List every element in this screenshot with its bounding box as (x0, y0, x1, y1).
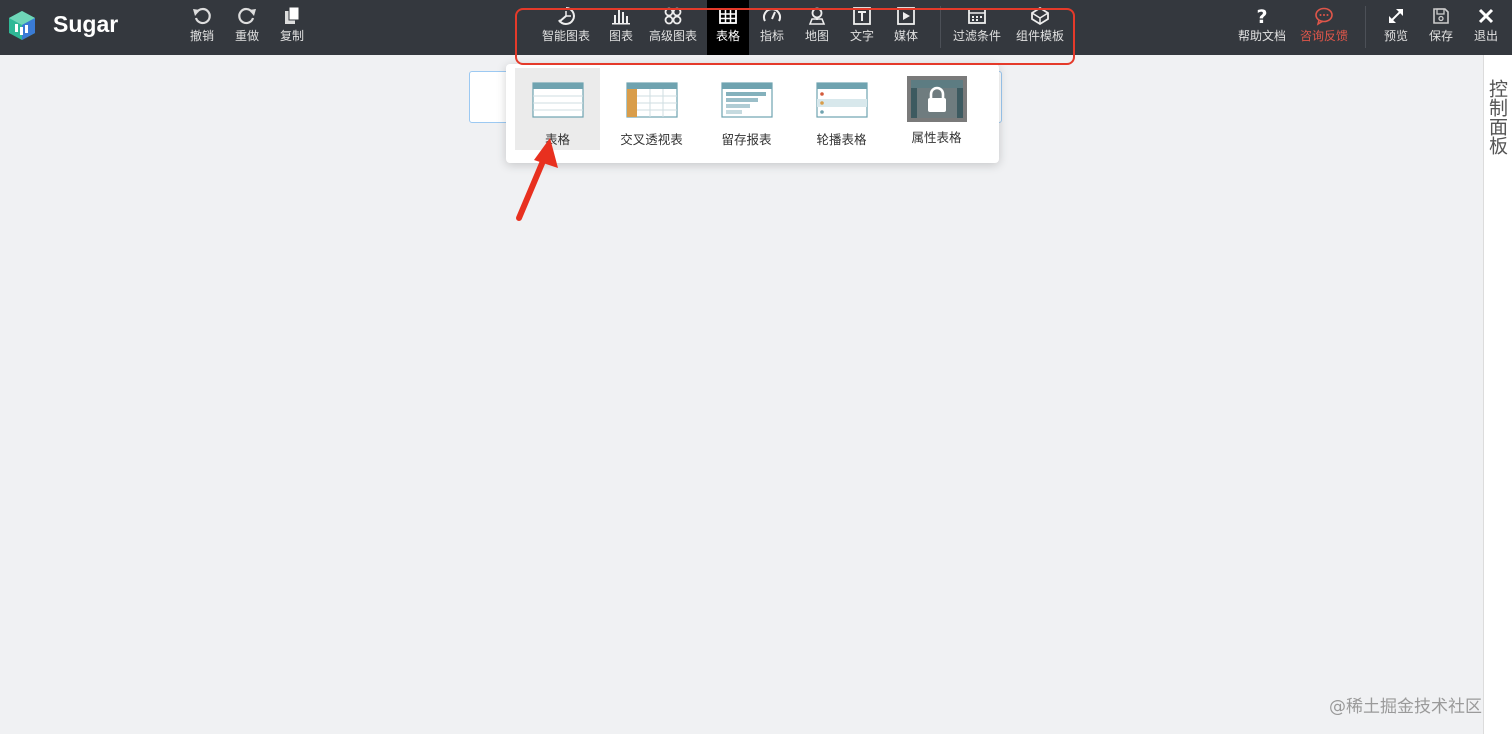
tab-media[interactable]: 媒体 (894, 6, 918, 52)
copy-label: 复制 (280, 29, 305, 43)
dropdown-item-label: 属性表格 (911, 130, 962, 145)
control-panel-label: 控制面板 (1486, 79, 1508, 155)
bar-chart-icon (612, 10, 630, 25)
tab-label: 智能图表 (542, 29, 591, 43)
close-icon (1478, 8, 1494, 24)
tab-label: 图表 (609, 29, 634, 43)
table-icon (719, 8, 737, 24)
annotation-arrow-icon (516, 138, 558, 221)
redo-label: 重做 (235, 29, 260, 43)
dropdown-item-pivot-table[interactable]: 交叉透视表 (609, 68, 694, 150)
pivot-table-icon (625, 82, 678, 118)
feedback-button[interactable]: 咨询反馈 (1300, 6, 1348, 52)
filter-icon (968, 8, 986, 24)
map-icon (808, 7, 826, 25)
tab-template[interactable]: 组件模板 (1016, 6, 1064, 52)
expand-icon (1389, 9, 1403, 23)
dropdown-item-label: 交叉透视表 (620, 132, 683, 147)
smart-chart-icon (558, 7, 575, 25)
tab-table[interactable]: 表格 (707, 0, 749, 55)
locked-property-table-icon (906, 76, 967, 122)
table-type-dropdown: 表格 交叉透视表 留存报表 轮播表格 属性表格 (506, 64, 999, 163)
feedback-label: 咨询反馈 (1300, 29, 1349, 43)
basic-table-icon (531, 82, 584, 118)
tab-label: 媒体 (894, 29, 919, 43)
text-icon (853, 7, 871, 25)
dropdown-item-property-table[interactable]: 属性表格 (894, 68, 979, 150)
help-docs-label: 帮助文档 (1238, 29, 1287, 43)
svg-text:?: ? (1256, 6, 1267, 26)
media-icon (897, 7, 915, 25)
redo-icon (238, 7, 256, 25)
advanced-chart-icon (664, 7, 682, 25)
tab-label: 表格 (715, 29, 740, 43)
dropdown-item-carousel-table[interactable]: 轮播表格 (799, 68, 884, 150)
toolbar-divider (940, 6, 941, 48)
app-name: Sugar (53, 11, 119, 37)
dropdown-item-retention-report[interactable]: 留存报表 (704, 68, 789, 150)
tab-label: 指标 (760, 29, 785, 43)
save-icon (1433, 8, 1449, 24)
tab-chart[interactable]: 图表 (609, 6, 633, 52)
undo-icon (193, 7, 211, 25)
preview-label: 预览 (1384, 29, 1409, 43)
template-icon (1031, 6, 1049, 26)
toolbar-divider (1365, 6, 1366, 48)
tab-label: 组件模板 (1016, 29, 1065, 43)
carousel-table-icon (815, 82, 868, 118)
gauge-icon (763, 8, 781, 22)
tab-advanced-chart[interactable]: 高级图表 (649, 6, 697, 52)
feedback-icon (1315, 7, 1333, 26)
undo-button[interactable]: 撤销 (190, 6, 214, 52)
tab-indicator[interactable]: 指标 (760, 6, 784, 52)
exit-button[interactable]: 退出 (1474, 6, 1498, 52)
help-docs-button[interactable]: ? 帮助文档 (1238, 6, 1286, 52)
exit-label: 退出 (1474, 29, 1499, 43)
sugar-logo-icon (9, 11, 35, 40)
undo-label: 撤销 (190, 29, 215, 43)
tab-label: 地图 (805, 29, 830, 43)
save-label: 保存 (1429, 29, 1454, 43)
tab-label: 文字 (850, 29, 875, 43)
tab-smart-chart[interactable]: 智能图表 (542, 6, 590, 52)
tab-label: 高级图表 (649, 29, 698, 43)
dropdown-item-label: 轮播表格 (816, 132, 867, 147)
help-icon: ? (1256, 6, 1267, 26)
tab-filter[interactable]: 过滤条件 (953, 6, 1001, 52)
tab-text[interactable]: 文字 (850, 6, 874, 52)
copy-button[interactable]: 复制 (280, 6, 304, 52)
save-button[interactable]: 保存 (1429, 6, 1453, 52)
copy-icon (285, 6, 300, 24)
control-panel-sidebar[interactable]: 控制面板 (1483, 55, 1512, 734)
top-toolbar: Sugar 撤销 重做 复制 智能图表 图表 高级图表 表格 指标 地图 文字 (0, 0, 1512, 55)
tab-label: 过滤条件 (953, 29, 1002, 43)
tab-map[interactable]: 地图 (805, 6, 829, 52)
dropdown-item-label: 留存报表 (721, 132, 772, 147)
watermark-text: @稀土掘金技术社区 (1329, 697, 1482, 717)
redo-button[interactable]: 重做 (235, 6, 259, 52)
preview-button[interactable]: 预览 (1384, 6, 1408, 52)
retention-report-icon (720, 82, 773, 118)
